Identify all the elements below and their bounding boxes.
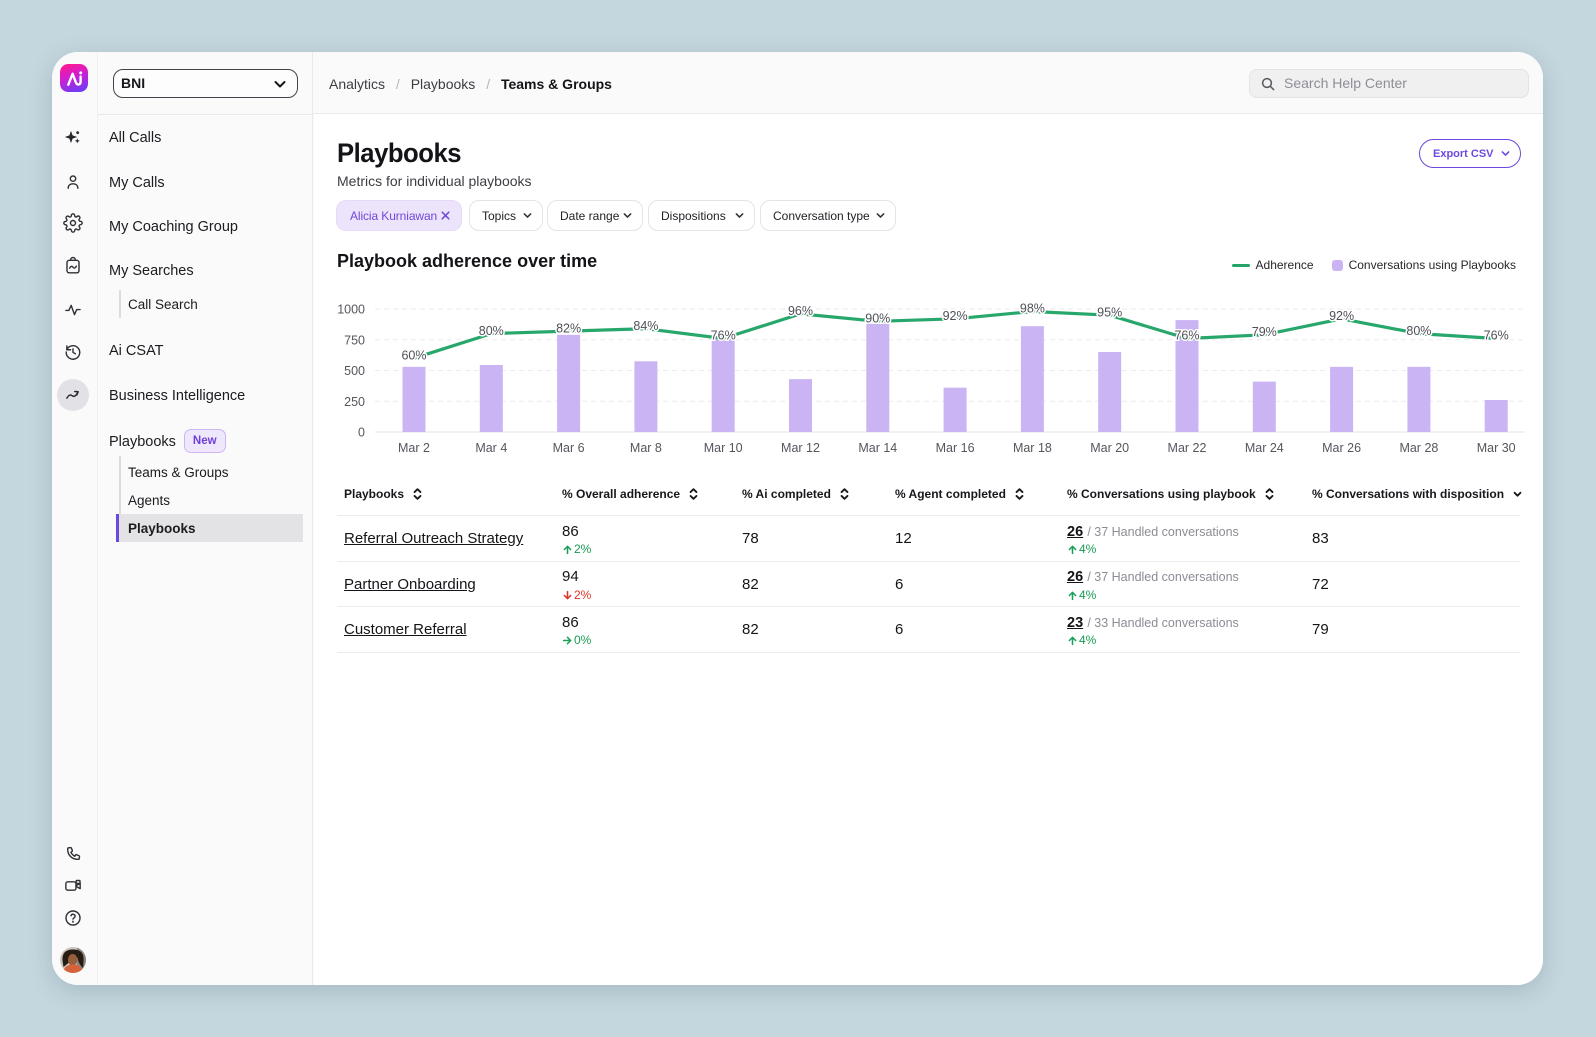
svg-text:Mar 2: Mar 2	[398, 441, 430, 455]
svg-text:60%: 60%	[401, 348, 426, 362]
svg-text:80%: 80%	[1406, 324, 1431, 338]
svg-text:92%: 92%	[943, 309, 968, 323]
svg-text:76%: 76%	[1174, 329, 1199, 343]
svg-text:90%: 90%	[865, 312, 890, 326]
svg-text:Mar 24: Mar 24	[1245, 441, 1284, 455]
svg-text:Mar 28: Mar 28	[1399, 441, 1438, 455]
svg-text:Mar 18: Mar 18	[1013, 441, 1052, 455]
svg-text:Mar 26: Mar 26	[1322, 441, 1361, 455]
svg-text:750: 750	[344, 333, 365, 347]
svg-text:76%: 76%	[711, 329, 736, 343]
svg-text:Mar 8: Mar 8	[630, 441, 662, 455]
svg-text:98%: 98%	[1020, 302, 1045, 316]
svg-text:Mar 16: Mar 16	[936, 441, 975, 455]
svg-text:79%: 79%	[1252, 325, 1277, 339]
svg-text:Mar 14: Mar 14	[858, 441, 897, 455]
svg-text:Mar 4: Mar 4	[475, 441, 507, 455]
svg-text:92%: 92%	[1329, 309, 1354, 323]
svg-text:96%: 96%	[788, 304, 813, 318]
svg-text:0: 0	[358, 426, 365, 440]
svg-text:80%: 80%	[479, 324, 504, 338]
svg-text:82%: 82%	[556, 321, 581, 335]
svg-text:Mar 10: Mar 10	[704, 441, 743, 455]
svg-text:76%: 76%	[1484, 329, 1509, 343]
svg-text:250: 250	[344, 395, 365, 409]
svg-text:84%: 84%	[633, 319, 658, 333]
svg-text:Mar 22: Mar 22	[1168, 441, 1207, 455]
svg-text:Mar 6: Mar 6	[553, 441, 585, 455]
svg-text:1000: 1000	[337, 303, 365, 317]
svg-text:500: 500	[344, 364, 365, 378]
svg-text:Mar 12: Mar 12	[781, 441, 820, 455]
svg-text:Mar 30: Mar 30	[1477, 441, 1516, 455]
svg-text:95%: 95%	[1097, 305, 1122, 319]
svg-text:Mar 20: Mar 20	[1090, 441, 1129, 455]
